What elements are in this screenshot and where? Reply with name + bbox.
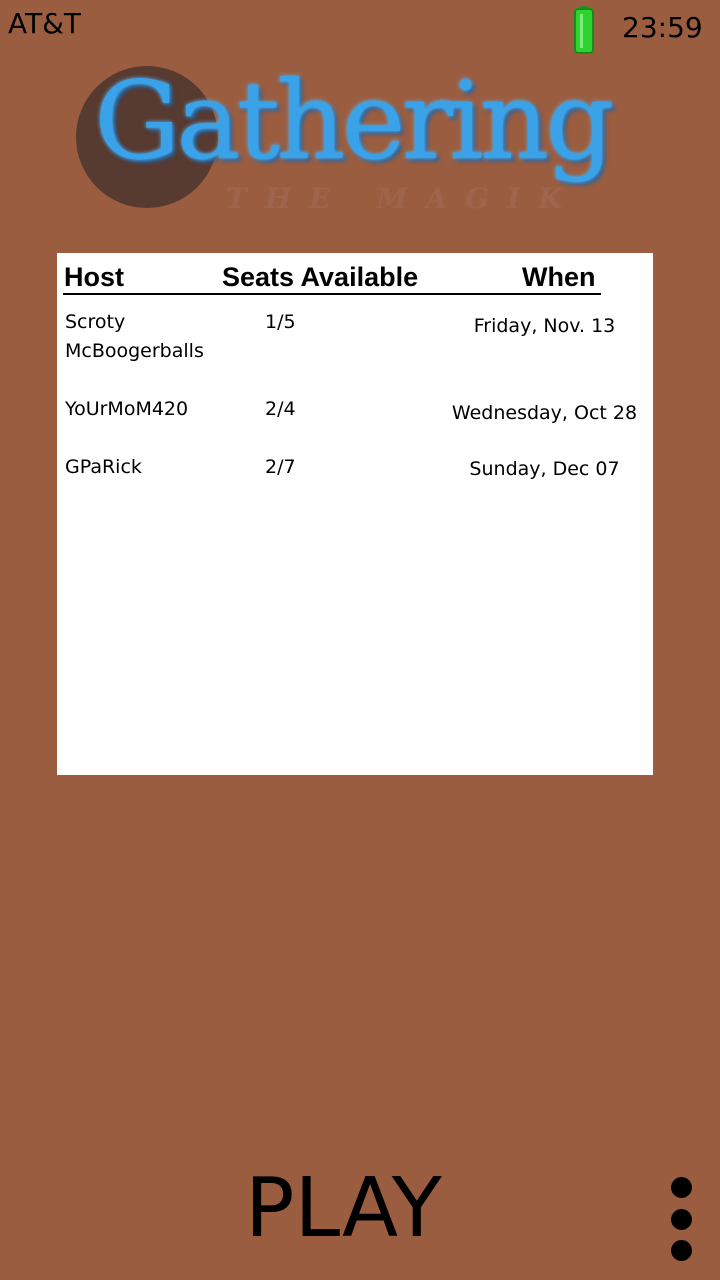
- column-header-seats: Seats Available: [222, 262, 419, 292]
- row-host: YoUrMoM420: [65, 398, 189, 420]
- row-when: Wednesday, Oct 28: [451, 402, 638, 424]
- clock-time: 23:59: [622, 11, 703, 44]
- carrier-label: AT&T: [8, 7, 82, 40]
- games-table-panel: Host Seats Available When Scroty McBooge…: [57, 253, 653, 775]
- app-logo: Gathering THE MAGIK: [76, 64, 646, 224]
- menu-dot: [671, 1240, 692, 1261]
- column-header-when: When: [522, 262, 596, 292]
- menu-dot: [671, 1209, 692, 1230]
- column-header-host: Host: [64, 262, 124, 292]
- row-seats: 1/5: [265, 311, 296, 333]
- row-host: GPaRick: [65, 456, 142, 478]
- more-vertical-icon[interactable]: [668, 1175, 696, 1267]
- logo-subtitle: THE MAGIK: [226, 182, 581, 215]
- row-seats: 2/7: [265, 456, 296, 478]
- header-underline: [63, 293, 601, 295]
- row-when: Sunday, Dec 07: [469, 458, 620, 480]
- logo-title: Gathering: [94, 59, 614, 184]
- play-button[interactable]: PLAY: [245, 1168, 442, 1250]
- row-when: Friday, Nov. 13: [473, 315, 616, 337]
- row-host: Scroty McBoogerballs: [65, 311, 204, 362]
- battery-icon: [574, 6, 594, 54]
- row-seats: 2/4: [265, 398, 296, 420]
- menu-dot: [671, 1177, 692, 1198]
